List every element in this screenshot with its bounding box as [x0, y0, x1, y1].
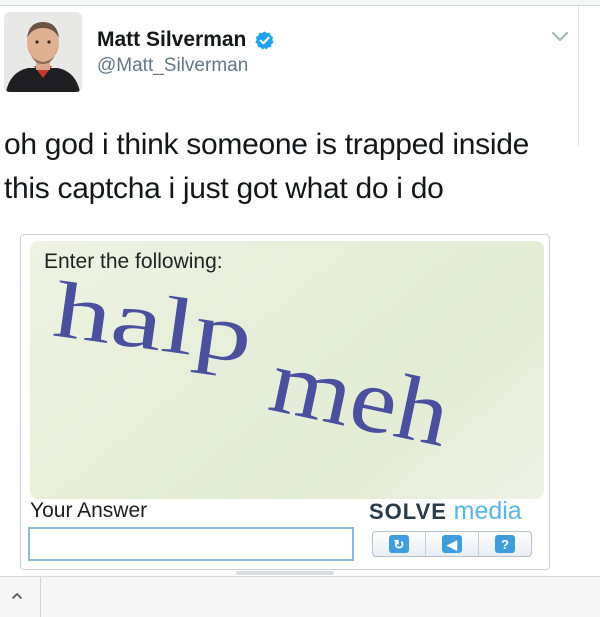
bottom-toolbar [0, 576, 600, 617]
help-icon: ? [495, 535, 515, 553]
captcha-word-2: meh [262, 329, 459, 466]
tweet-text-line: oh god i think someone is trapped inside [4, 128, 530, 161]
captcha-word-1: halp [49, 265, 259, 381]
answer-label: Your Answer [30, 499, 148, 522]
tweet-text: oh god i think someone is trapped inside… [4, 123, 579, 211]
brand-media: media [453, 497, 522, 525]
author-handle[interactable]: @Matt_Silverman [97, 55, 248, 77]
captcha-widget: Enter the following: halp meh Your Answe… [20, 234, 550, 570]
top-border [0, 0, 600, 6]
audio-button[interactable]: ◀ [426, 532, 479, 556]
captcha-image: Enter the following: halp meh [30, 241, 544, 499]
author-name[interactable]: Matt Silverman [97, 28, 275, 52]
refresh-button[interactable]: ↻ [373, 532, 426, 556]
avatar[interactable] [4, 12, 82, 92]
scrollbar-thumb[interactable] [236, 571, 334, 575]
solve-media-logo: SOLVE media [369, 497, 522, 526]
audio-icon: ◀ [442, 535, 462, 553]
author-name-text[interactable]: Matt Silverman [97, 28, 246, 52]
brand-solve: SOLVE [369, 499, 447, 524]
help-button[interactable]: ? [479, 532, 531, 556]
captcha-challenge: halp meh [49, 265, 460, 466]
divider [40, 577, 41, 617]
refresh-icon: ↻ [389, 535, 409, 553]
tweet-text-line: this captcha i just got what do i do [4, 172, 444, 205]
answer-input[interactable] [28, 527, 354, 561]
chevron-down-icon[interactable] [550, 30, 570, 44]
verified-badge-icon [254, 30, 275, 51]
chevron-up-icon[interactable] [10, 589, 24, 603]
captcha-controls: ↻ ◀ ? [372, 531, 532, 557]
